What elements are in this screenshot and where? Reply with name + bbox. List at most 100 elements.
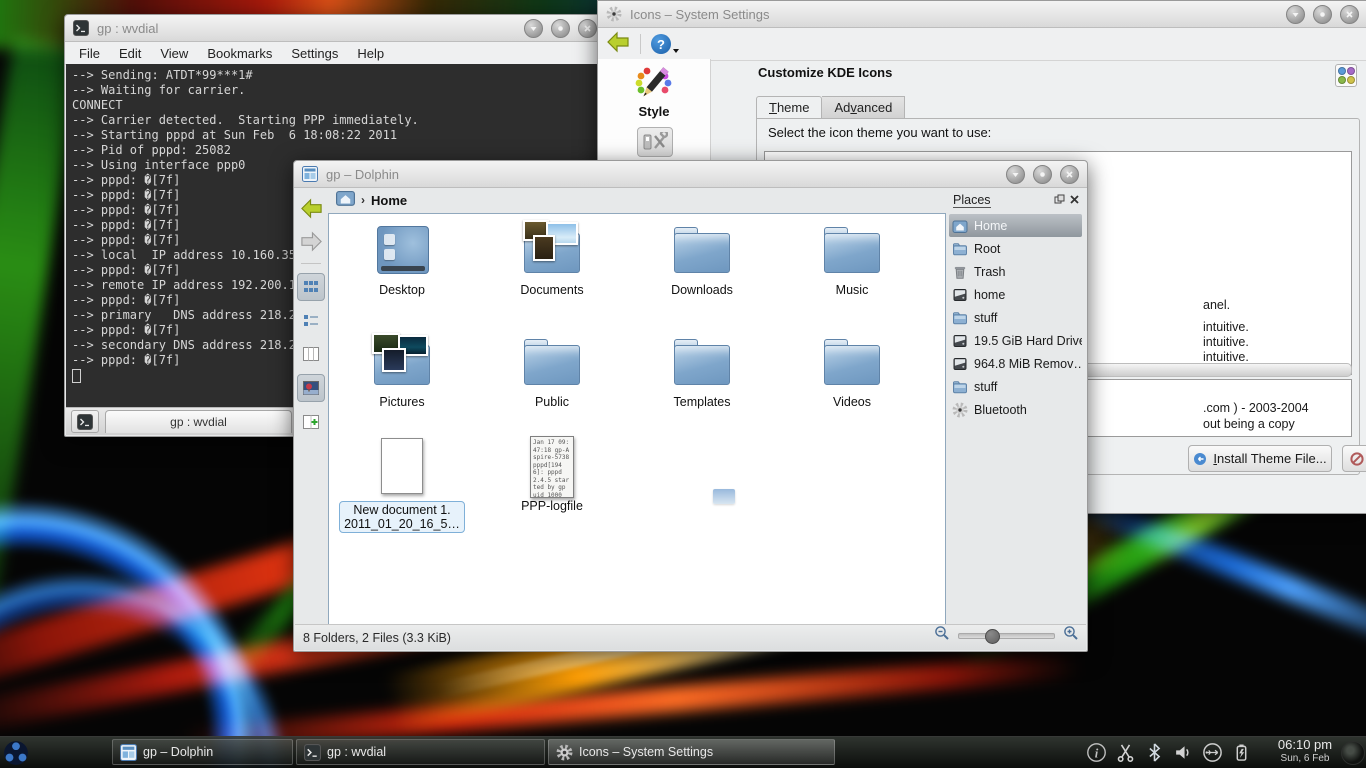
places-item-bluetooth[interactable]: Bluetooth	[949, 398, 1082, 421]
close-panel-icon[interactable]	[1069, 194, 1080, 208]
close-button[interactable]	[578, 19, 597, 38]
system-settings-titlebar[interactable]: Icons – System Settings	[598, 1, 1366, 28]
battery-icon[interactable]	[1231, 742, 1252, 763]
tab-advanced[interactable]: Advanced	[822, 96, 905, 119]
places-item-label: 19.5 GiB Hard Drive	[974, 334, 1082, 348]
help-button[interactable]: ?	[651, 34, 680, 54]
zoom-in-icon[interactable]	[1063, 625, 1079, 646]
new-tab-button[interactable]	[71, 410, 99, 433]
places-header[interactable]: Places	[949, 191, 1082, 214]
file-item[interactable]: Templates	[637, 332, 767, 411]
minimize-button[interactable]	[1286, 5, 1305, 24]
folder-icon	[820, 332, 884, 390]
back-button[interactable]	[606, 30, 630, 59]
places-item-19-5-gib-hard-drive[interactable]: 19.5 GiB Hard Drive	[949, 329, 1082, 352]
folder-icon	[670, 332, 734, 390]
folder-icon	[952, 310, 968, 326]
menu-settings[interactable]: Settings	[291, 46, 338, 61]
menu-bookmarks[interactable]: Bookmarks	[207, 46, 272, 61]
theme-list-item-fragment[interactable]: intuitive.	[1203, 320, 1249, 335]
taskbar-task-1[interactable]: gp – Dolphin	[112, 739, 293, 765]
maximize-button[interactable]	[551, 19, 570, 38]
zoom-out-icon[interactable]	[934, 625, 950, 646]
terminal-menubar: File Edit View Bookmarks Settings Help	[65, 42, 605, 65]
tab-theme[interactable]: Theme	[756, 96, 822, 119]
terminal-line: --> Carrier detected. Starting PPP immed…	[72, 113, 598, 128]
menu-view[interactable]: View	[160, 46, 188, 61]
file-item[interactable]: New document 1. 2011_01_20_16_5…	[337, 436, 467, 533]
places-item-stuff[interactable]: stuff	[949, 306, 1082, 329]
close-button[interactable]	[1340, 5, 1359, 24]
file-item[interactable]: Videos	[787, 332, 917, 411]
file-view[interactable]: Desktop Documents Downloads Music Pictures Pu…	[328, 213, 946, 625]
app-launcher-button[interactable]	[3, 740, 29, 766]
minimize-button[interactable]	[1006, 165, 1025, 184]
application-appearance-icon[interactable]	[637, 127, 673, 157]
places-item-trash[interactable]: Trash	[949, 260, 1082, 283]
file-item[interactable]: Desktop	[337, 220, 467, 299]
file-item[interactable]: Public	[487, 332, 617, 411]
dolphin-titlebar[interactable]: gp – Dolphin	[294, 161, 1087, 188]
folder-icon	[952, 241, 968, 257]
maximize-button[interactable]	[1313, 5, 1332, 24]
zoom-slider-thumb[interactable]	[985, 629, 1000, 644]
home-folder-icon[interactable]	[336, 189, 355, 211]
terminal-titlebar[interactable]: gp : wvdial	[65, 15, 605, 42]
places-item-home[interactable]: home	[949, 283, 1082, 306]
menu-file[interactable]: File	[79, 46, 100, 61]
columns-view-button[interactable]	[298, 341, 324, 367]
panel-cashew-icon[interactable]	[1341, 741, 1365, 765]
breadcrumb-home[interactable]: Home	[371, 193, 407, 208]
dolphin-title: gp – Dolphin	[326, 167, 399, 182]
places-item-label: home	[974, 288, 1005, 302]
info-icon[interactable]: i	[1086, 742, 1107, 763]
theme-list-item-fragment[interactable]: anel.	[1203, 298, 1249, 313]
install-theme-file-button[interactable]: Install Theme File...	[1188, 445, 1332, 472]
style-category-icon[interactable]	[634, 63, 674, 108]
gear-icon	[606, 6, 622, 22]
toolbar-separator	[640, 34, 641, 54]
volume-icon[interactable]	[1173, 742, 1194, 763]
places-item-home[interactable]: Home	[949, 214, 1082, 237]
preview-button[interactable]	[297, 374, 325, 402]
theme-list-item-fragment[interactable]: intuitive.	[1203, 335, 1249, 350]
terminal-icon	[77, 414, 93, 430]
usb-icon[interactable]	[1202, 742, 1223, 763]
split-view-button[interactable]	[298, 409, 324, 435]
places-item-964-8-mib-remov-[interactable]: 964.8 MiB Remov…	[949, 352, 1082, 375]
terminal-line: CONNECT	[72, 98, 598, 113]
folder-icon	[520, 332, 584, 390]
clipboard-scissors-icon[interactable]	[1115, 742, 1136, 763]
zoom-slider[interactable]	[958, 633, 1055, 639]
bluetooth-icon[interactable]	[1144, 742, 1165, 763]
places-item-stuff[interactable]: stuff	[949, 375, 1082, 398]
file-icon	[370, 438, 434, 496]
icon-sizes-widget[interactable]	[1335, 64, 1357, 87]
terminal-tab[interactable]: gp : wvdial	[105, 410, 292, 433]
minimize-button[interactable]	[524, 19, 543, 38]
file-item-label: Pictures	[379, 395, 424, 409]
places-item-root[interactable]: Root	[949, 237, 1082, 260]
menu-help[interactable]: Help	[357, 46, 384, 61]
file-item[interactable]: Jan 17 09:47:18 gp-Aspire-5738 pppd[1946…	[487, 436, 617, 515]
float-panel-icon[interactable]	[1054, 194, 1065, 208]
maximize-button[interactable]	[1033, 165, 1052, 184]
icons-view-button[interactable]	[297, 273, 325, 301]
file-item-label: Documents	[520, 283, 583, 297]
forward-button[interactable]	[298, 228, 324, 254]
back-button[interactable]	[298, 195, 324, 221]
file-item[interactable]: Pictures	[337, 332, 467, 411]
file-item[interactable]: Music	[787, 220, 917, 299]
close-button[interactable]	[1060, 165, 1079, 184]
file-item[interactable]: Documents	[487, 220, 617, 299]
system-settings-toolbar: ?	[598, 28, 1366, 61]
places-list: HomeRootTrash home stuff 19.5 GiB Hard Driv…	[949, 214, 1082, 421]
menu-edit[interactable]: Edit	[119, 46, 141, 61]
file-item[interactable]: Downloads	[637, 220, 767, 299]
remove-theme-button[interactable]: Remove Theme	[1342, 445, 1366, 472]
clock[interactable]: 06:10 pm Sun, 6 Feb	[1272, 738, 1338, 766]
details-view-button[interactable]	[298, 308, 324, 334]
taskbar-task-2[interactable]: gp : wvdial	[296, 739, 545, 765]
desktop-icon	[370, 220, 434, 278]
taskbar-task-3[interactable]: Icons – System Settings	[548, 739, 835, 765]
